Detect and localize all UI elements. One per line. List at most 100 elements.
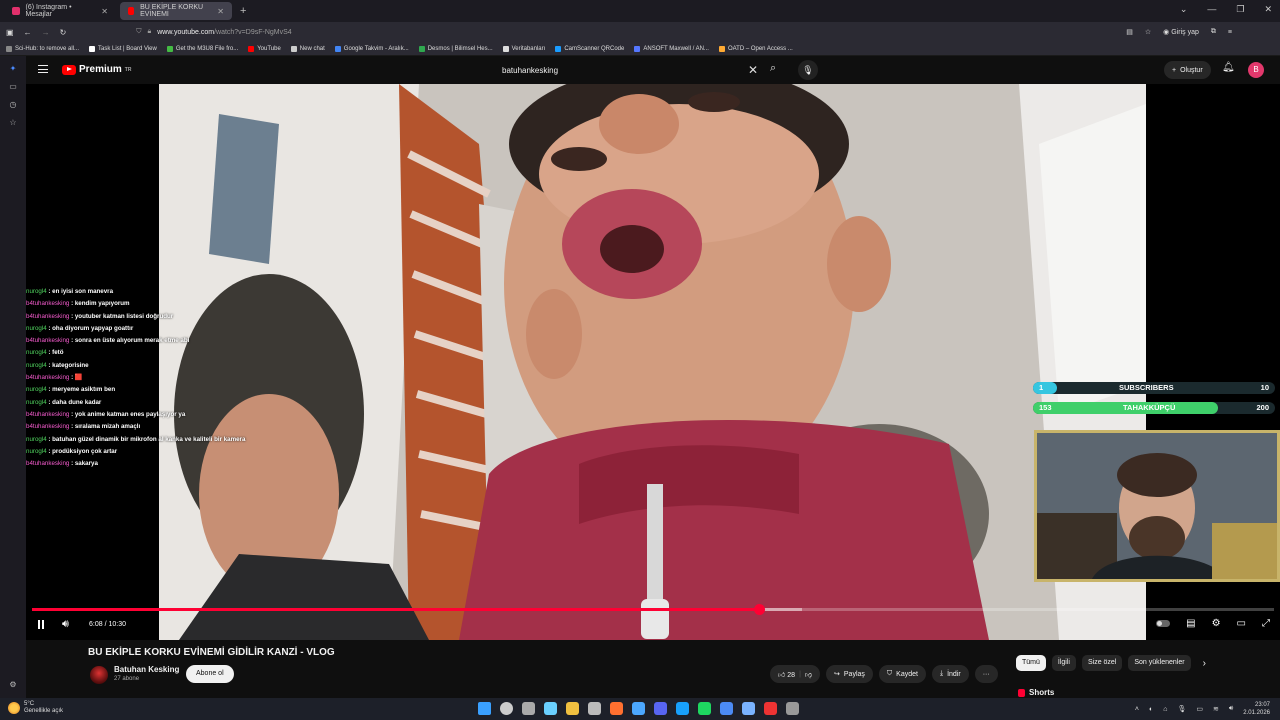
taskbar-app-icon[interactable] — [588, 702, 601, 715]
new-tab-button[interactable]: + — [240, 5, 246, 17]
volume-icon[interactable]: 🔊︎ — [62, 618, 69, 631]
bookmark-item[interactable]: New chat — [290, 45, 325, 52]
more-actions-button[interactable]: ··· — [974, 665, 998, 683]
tab-list-icon[interactable]: ⌄ — [1180, 4, 1188, 15]
weather-widget[interactable]: 5°C Genellikle açık — [8, 701, 63, 715]
seek-bar[interactable] — [32, 604, 1274, 615]
channel-name[interactable]: Batuhan Kesking — [114, 665, 179, 674]
sidebar-toggle-icon[interactable]: ▣ — [6, 28, 14, 37]
sidebar-star-icon[interactable]: ☆ — [8, 118, 18, 128]
share-button[interactable]: ↪ Paylaş — [826, 665, 873, 683]
browser-tab-bar: (6) Instagram • Mesajlar ✕ BU EKİPLE KOR… — [0, 0, 1280, 22]
tray-chevron-icon[interactable]: ˄ — [1135, 706, 1139, 713]
tray-display-icon[interactable]: ▭ — [1196, 705, 1203, 713]
taskbar-app-icon[interactable] — [478, 702, 491, 715]
taskbar-app-icon[interactable] — [522, 702, 535, 715]
forward-icon[interactable]: → — [42, 28, 50, 37]
taskbar-app-icon[interactable] — [500, 702, 513, 715]
reload-icon[interactable]: ↻ — [60, 28, 67, 37]
reader-icon[interactable]: ▤ — [1126, 28, 1133, 36]
browser-sidebar: ✦ ▭ ◷ ☆ ⚙ — [0, 56, 26, 698]
pause-icon[interactable] — [38, 620, 44, 629]
address-bar[interactable]: ⛉ 🔒︎ www.youtube.com/watch?v=D9sF-NgMvS4 — [136, 28, 1116, 36]
sidebar-clock-icon[interactable]: ◷ — [8, 100, 18, 110]
chip-all[interactable]: Tümü — [1016, 655, 1046, 671]
bookmark-item[interactable]: Veritabanları — [502, 45, 545, 52]
signin-button[interactable]: ◉ Giriş yap — [1163, 28, 1199, 36]
chat-username: b4tuhankesking — [26, 460, 70, 468]
microphone-icon[interactable]: 🎙︎ — [798, 60, 818, 80]
search-input[interactable]: batuhankesking ✕ ⌕ — [492, 60, 792, 80]
maximize-icon[interactable]: ❐ — [1236, 4, 1244, 15]
settings-gear-icon[interactable]: ⚙ — [1212, 618, 1221, 629]
youtube-logo[interactable]: Premium TR — [62, 64, 131, 75]
chevron-right-icon[interactable]: › — [1203, 658, 1206, 669]
tray-network-icon[interactable]: ⌂ — [1163, 706, 1167, 713]
bookmark-item[interactable]: Google Takvim - Aralık... — [334, 45, 409, 52]
sidebar-ai-icon[interactable]: ✦ — [8, 64, 18, 74]
chip-related[interactable]: İlgili — [1051, 655, 1076, 671]
seek-handle[interactable] — [753, 604, 765, 615]
taskbar-app-icon[interactable] — [632, 702, 645, 715]
subtitles-icon[interactable]: ▤ — [1186, 618, 1195, 629]
search-icon[interactable]: ⌕ — [770, 62, 776, 75]
taskbar-app-icon[interactable] — [676, 702, 689, 715]
taskbar-app-icon[interactable] — [610, 702, 623, 715]
taskbar-app-icon[interactable] — [742, 702, 755, 715]
bookmark-item[interactable]: YouTube — [248, 45, 281, 52]
tab-instagram[interactable]: (6) Instagram • Mesajlar ✕ — [4, 2, 116, 20]
save-button[interactable]: ⛉ Kaydet — [878, 665, 926, 683]
bookmark-item[interactable]: ANSOFT Maxwell / AN... — [634, 45, 709, 52]
download-button[interactable]: ⤓ İndir — [931, 665, 969, 683]
taskbar-app-icon[interactable] — [544, 702, 557, 715]
clear-search-icon[interactable]: ✕ — [748, 63, 758, 77]
close-tab-icon[interactable]: ✕ — [217, 7, 224, 16]
bookmark-item[interactable]: Task List | Board View — [89, 45, 157, 52]
menu-icon[interactable]: ≡ — [1228, 29, 1232, 36]
chip-for-you[interactable]: Size özel — [1081, 655, 1123, 671]
channel-avatar[interactable] — [90, 666, 108, 684]
create-button[interactable]: + Oluştur — [1164, 61, 1211, 79]
taskbar-app-icon[interactable] — [566, 702, 579, 715]
tray-volume-icon[interactable]: 🔊︎ — [1229, 705, 1233, 713]
miniplayer-icon[interactable]: ▭ — [1237, 618, 1246, 629]
bookmark-label: Sci-Hub: to remove all... — [15, 45, 80, 52]
sidebar-settings-icon[interactable]: ⚙ — [8, 680, 18, 690]
taskbar-clock[interactable]: 23:07 2.01.2026 — [1243, 701, 1270, 717]
bookmark-item[interactable]: Get the M3U8 File fro... — [166, 45, 238, 52]
minimize-icon[interactable]: — — [1207, 4, 1216, 15]
video-frame[interactable] — [159, 84, 1146, 640]
tray-mic-icon[interactable]: 🎙︎ — [1177, 705, 1186, 713]
chat-text: sonra en üste alıyorum merak etme abi — [74, 337, 190, 345]
video-player[interactable]: nurogl4 : en iyisi son manevra b4tuhankes… — [26, 84, 1280, 640]
taskbar-app-icon[interactable] — [720, 702, 733, 715]
chip-recent[interactable]: Son yüklenenler — [1128, 655, 1191, 671]
taskbar-app-icon[interactable] — [654, 702, 667, 715]
notifications-bell-icon[interactable]: 🔔︎ — [1222, 62, 1235, 73]
autoplay-toggle[interactable] — [1156, 620, 1171, 627]
fullscreen-icon[interactable]: ⤢ — [1262, 618, 1270, 629]
extensions-icon[interactable]: ⧉ — [1211, 28, 1216, 36]
sidebar-history-icon[interactable]: ▭ — [8, 82, 18, 92]
account-avatar[interactable]: B — [1248, 62, 1264, 78]
bookmark-item[interactable]: CamScanner QRCode — [555, 45, 624, 52]
close-tab-icon[interactable]: ✕ — [101, 7, 108, 16]
tray-app-icon[interactable]: ◐ — [1149, 706, 1153, 713]
taskbar-app-icon[interactable] — [764, 702, 777, 715]
bookmark-item[interactable]: OATD – Open Access ... — [718, 45, 793, 52]
tab-youtube[interactable]: BU EKİPLE KORKU EVİNEMİ ✕ — [120, 2, 232, 20]
back-icon[interactable]: ← — [24, 28, 32, 37]
subscribe-button[interactable]: Abone ol — [186, 665, 234, 683]
taskbar-app-icon[interactable] — [786, 702, 799, 715]
bookmark-star-icon[interactable]: ☆ — [1145, 28, 1151, 36]
tray-wifi-icon[interactable]: ≋ — [1213, 705, 1219, 713]
taskbar-app-icon[interactable] — [698, 702, 711, 715]
bookmark-item[interactable]: Sci-Hub: to remove all... — [6, 45, 80, 52]
like-button[interactable]: 👍︎ 28 — [778, 670, 795, 679]
close-window-icon[interactable]: ✕ — [1264, 4, 1272, 15]
dislike-button[interactable]: 👎︎ — [805, 670, 812, 679]
bookmark-item[interactable]: Desmos | Bilimsel Hes... — [418, 45, 493, 52]
chat-username: nurogl4 — [26, 435, 47, 443]
hamburger-menu-icon[interactable] — [38, 65, 48, 73]
chat-username: nurogl4 — [26, 361, 47, 369]
